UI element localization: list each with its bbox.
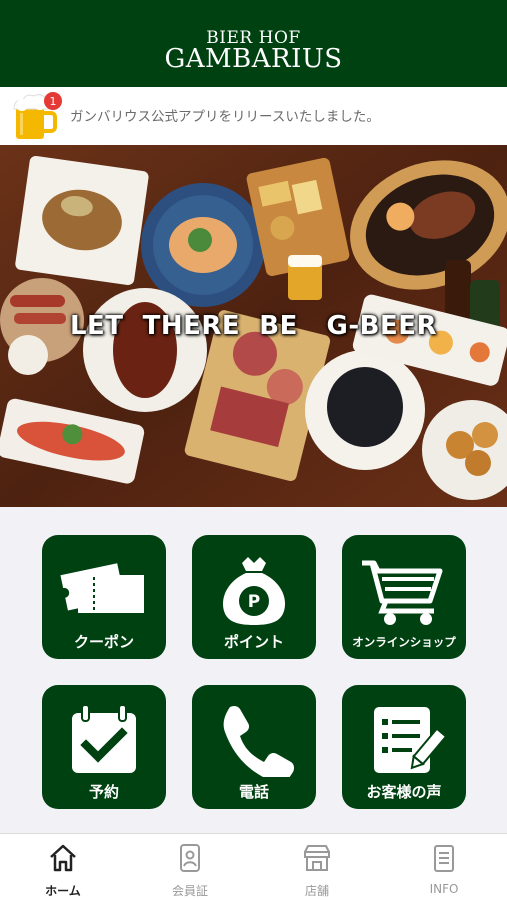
survey-pencil-icon xyxy=(374,707,448,773)
online-shop-button[interactable]: オンラインショップ xyxy=(342,535,466,659)
coupon-button[interactable]: クーポン xyxy=(42,535,166,659)
online-shop-label: オンラインショップ xyxy=(352,635,456,649)
point-symbol: P xyxy=(248,592,260,612)
reservation-label: 予約 xyxy=(88,783,119,801)
tab-info-label: INFO xyxy=(429,882,459,896)
logo-line-gambarius: GAMBARIUS xyxy=(164,44,343,74)
notification-badge: 1 xyxy=(44,92,62,110)
hero-banner: LET THERE BE G-BEER xyxy=(0,145,507,507)
notice-banner[interactable]: 1 ガンバリウス公式アプリをリリースいたしました。 xyxy=(0,87,507,145)
store-icon xyxy=(304,845,330,871)
shopping-cart-icon xyxy=(362,560,443,625)
app-header: BIER HOF GAMBARIUS xyxy=(0,0,507,87)
tab-home-label: ホーム xyxy=(45,884,81,898)
tab-stores-label: 店舗 xyxy=(304,884,329,898)
phone-label: 電話 xyxy=(238,783,269,801)
info-document-icon xyxy=(434,845,454,872)
tab-member-card[interactable]: 会員証 xyxy=(127,834,253,900)
coupon-ticket-icon xyxy=(59,563,144,613)
bottom-tab-bar: ホーム 会員証 店舗 INFO xyxy=(0,833,507,900)
point-button[interactable]: P ポイント xyxy=(192,535,316,659)
calendar-check-icon xyxy=(72,704,136,773)
reservation-button[interactable]: 予約 xyxy=(42,685,166,809)
point-bag-icon: P xyxy=(222,557,286,625)
hero-caption: LET THERE BE G-BEER xyxy=(69,311,438,341)
tab-stores[interactable]: 店舗 xyxy=(254,834,380,900)
notification-badge-count: 1 xyxy=(50,95,57,108)
member-card-icon xyxy=(180,844,200,872)
notice-text: ガンバリウス公式アプリをリリースいたしました。 xyxy=(70,109,380,125)
tab-home[interactable]: ホーム xyxy=(0,834,126,900)
coupon-label: クーポン xyxy=(73,633,134,651)
home-icon xyxy=(50,844,76,872)
tab-info[interactable]: INFO xyxy=(381,834,507,900)
tab-member-card-label: 会員証 xyxy=(171,884,208,898)
customer-voice-button[interactable]: お客様の声 xyxy=(342,685,466,809)
phone-icon xyxy=(223,705,295,777)
menu-grid: クーポン P ポイント オンラインショップ 予約 電話 お客様の声 xyxy=(0,507,507,833)
point-label: ポイント xyxy=(223,633,284,651)
phone-button[interactable]: 電話 xyxy=(192,685,316,809)
customer-voice-label: お客様の声 xyxy=(366,783,442,801)
